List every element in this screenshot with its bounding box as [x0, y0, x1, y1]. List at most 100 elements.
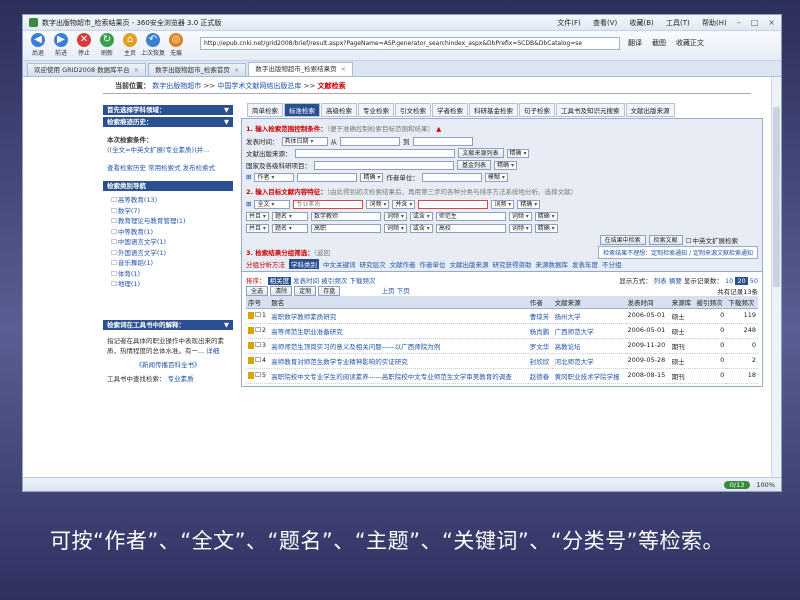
- address-bar[interactable]: http://epub.cnki.net/grid2008/brief/resu…: [200, 37, 620, 50]
- result-author[interactable]: 罗文华: [527, 338, 553, 354]
- group-level[interactable]: 研究层次: [360, 259, 386, 269]
- sort-cited[interactable]: 被引频次: [321, 277, 347, 285]
- custom-notify-link[interactable]: 检索结果不理想：定制检索通知 / 定制来源文献检索通知: [598, 245, 758, 259]
- op-select[interactable]: 或含: [409, 223, 433, 233]
- category-item[interactable]: 教育理论与教育管理(1): [103, 216, 233, 227]
- category-item[interactable]: 音乐舞蹈(1): [103, 258, 233, 269]
- result-title[interactable]: 高等师范生职业准备研究: [269, 323, 528, 339]
- author-input[interactable]: [297, 172, 358, 182]
- result-source[interactable]: 扬州大学: [552, 308, 626, 324]
- book-term-link[interactable]: 专业素质: [168, 375, 194, 383]
- common-query-link[interactable]: 常用检索式: [148, 164, 181, 172]
- freq2-select[interactable]: 词频: [508, 211, 532, 221]
- group-none[interactable]: 不分组: [602, 259, 622, 269]
- tab-professional-search[interactable]: 专业检索: [358, 103, 394, 117]
- field-select[interactable]: 题名: [271, 211, 308, 221]
- field-select[interactable]: 全文: [254, 199, 291, 209]
- zoom-level[interactable]: 100%: [756, 481, 775, 489]
- logic-select[interactable]: 并且: [246, 211, 269, 221]
- close-button[interactable]: ×: [768, 18, 775, 27]
- sidebar-header-history[interactable]: 检索痕迹历史： ▼: [103, 117, 233, 127]
- category-item[interactable]: 地理(1): [103, 279, 233, 290]
- crumb-supermarket[interactable]: 数字出版物超市: [152, 82, 201, 90]
- freq-select[interactable]: 词频: [366, 199, 390, 209]
- result-title[interactable]: 高师师范生顶岗实习的意义及相关问题——以广西师院为例: [269, 338, 528, 354]
- tab-grid2008[interactable]: 欢迎使用 GRID2008 数据库平台 ×: [27, 63, 147, 76]
- save-page-button[interactable]: 收藏正文: [676, 38, 704, 48]
- result-title[interactable]: 高职数学教师素质研究: [269, 308, 528, 324]
- custom-button[interactable]: 定制: [294, 286, 317, 296]
- condition-link[interactable]: ((全文=中英文扩展(专业素质))并...: [107, 146, 209, 154]
- forward-button[interactable]: ▶ 前进: [50, 33, 72, 57]
- menu-help[interactable]: 帮助(H): [702, 19, 727, 27]
- maximize-button[interactable]: □: [751, 18, 759, 27]
- detail-link[interactable]: 详细: [206, 347, 219, 355]
- date-to-input[interactable]: [412, 136, 473, 146]
- ext-search-checkbox[interactable]: 中英文扩展检索: [686, 235, 739, 245]
- next-page-link[interactable]: 下页: [397, 287, 410, 295]
- row-checkbox[interactable]: [255, 341, 262, 349]
- keyword-input[interactable]: 数学教师: [310, 211, 381, 221]
- scrollbar-thumb[interactable]: [773, 107, 780, 287]
- freq2-select[interactable]: 词频: [491, 199, 515, 209]
- match-select[interactable]: 精确: [534, 211, 558, 221]
- author-unit-match-select[interactable]: 模糊: [484, 172, 508, 182]
- sidebar-header-keyword[interactable]: 检索词在工具书中的解释： ▼: [103, 319, 233, 330]
- result-title[interactable]: 高职院校中文专业学生的阅读素养——高职院校中文专业师范生文学审美教育的调查: [269, 368, 528, 384]
- back-button[interactable]: ◀ 后退: [27, 33, 49, 57]
- author-unit-input[interactable]: [421, 172, 482, 182]
- translate-button[interactable]: 翻译: [628, 38, 642, 48]
- tab-search-home[interactable]: 数字出版物超市_检索首页 ×: [148, 63, 247, 76]
- tab-reference-search[interactable]: 工具书及知识元搜索: [556, 103, 625, 117]
- sidebar-header-discipline[interactable]: 首先选择学科领域： ▼: [103, 105, 233, 115]
- view-history-link[interactable]: 查看检索历史: [107, 164, 146, 172]
- category-item[interactable]: 外国语言文学(1): [103, 248, 233, 259]
- restore-button[interactable]: ↶ 上次恢复: [141, 33, 165, 57]
- menu-view[interactable]: 查看(V): [593, 19, 617, 27]
- keyword-input[interactable]: 高职: [310, 223, 381, 233]
- menu-tools[interactable]: 工具(T): [666, 19, 690, 27]
- author-match-select[interactable]: 精确: [360, 172, 384, 182]
- date-type-select[interactable]: 具体日期: [281, 136, 328, 146]
- author-field-select[interactable]: 作者: [254, 172, 295, 182]
- save-button[interactable]: 存盘: [318, 286, 341, 296]
- select-all-button[interactable]: 全选: [246, 286, 269, 296]
- tab-scholar-search[interactable]: 学者检索: [432, 103, 468, 117]
- category-item[interactable]: 中国语言文学(1): [103, 237, 233, 248]
- result-source[interactable]: 黄冈职业技术学院学报: [552, 368, 626, 384]
- keyword2-input[interactable]: [418, 199, 489, 209]
- group-fund[interactable]: 研究获得资助: [493, 259, 532, 269]
- group-db[interactable]: 来源数据库: [536, 259, 569, 269]
- source-input[interactable]: [294, 148, 455, 158]
- keyword2-input[interactable]: 师范生: [435, 211, 506, 221]
- stop-button[interactable]: ✕ 停止: [73, 33, 95, 57]
- category-item[interactable]: 高等教育(13): [103, 195, 233, 206]
- tab-source-search[interactable]: 文献出版来源: [625, 103, 675, 117]
- tab-citation-search[interactable]: 引文检索: [395, 103, 431, 117]
- match-select[interactable]: 精确: [517, 199, 541, 209]
- home-button[interactable]: ⌂ 主页: [119, 33, 141, 57]
- result-author[interactable]: 封欣欣: [527, 353, 553, 369]
- keyword-input[interactable]: 专业素质: [293, 199, 364, 209]
- search-in-results-button[interactable]: 在结果中检索: [599, 235, 646, 245]
- add-row-icon[interactable]: ⊞: [246, 200, 251, 208]
- show-list[interactable]: 列表: [654, 277, 667, 285]
- source-list-button[interactable]: 文献来源列表: [457, 148, 504, 158]
- group-unit[interactable]: 作者单位: [420, 259, 446, 269]
- sort-date[interactable]: 发表时间: [293, 277, 319, 285]
- result-author[interactable]: 赵德春: [527, 368, 553, 384]
- op-select[interactable]: 或含: [409, 211, 433, 221]
- result-source[interactable]: 河北师范大学: [552, 353, 626, 369]
- screenshot-button[interactable]: 截图: [652, 38, 666, 48]
- field-select[interactable]: 题名: [271, 223, 308, 233]
- result-title[interactable]: 高师教育对师范生数学专业精神影响的实证研究: [269, 353, 528, 369]
- match-select[interactable]: 精确: [534, 223, 558, 233]
- tab-fund-search[interactable]: 科研基金检索: [469, 103, 518, 117]
- encyclopedia-link[interactable]: 《新闻传播百科全书》: [136, 361, 201, 369]
- date-from-input[interactable]: [340, 136, 400, 146]
- page-size-10[interactable]: 10: [725, 277, 733, 285]
- minimize-button[interactable]: –: [737, 18, 741, 27]
- status-badge[interactable]: 0/13: [723, 480, 751, 489]
- prev-page-link[interactable]: 上页: [382, 287, 395, 295]
- page-size-50[interactable]: 50: [750, 277, 758, 285]
